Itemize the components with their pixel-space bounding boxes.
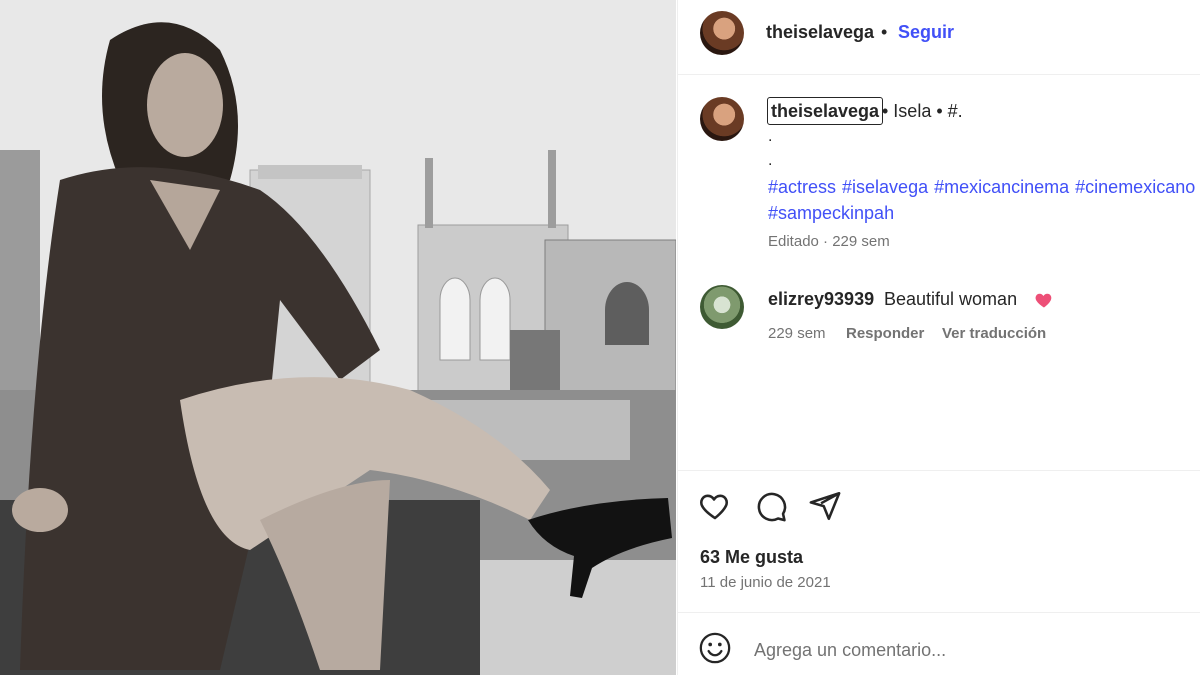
caption-meta: Editado · 229 sem <box>768 233 890 250</box>
caption-username[interactable]: theiselavega <box>767 97 884 125</box>
translate-button[interactable]: Ver traducción <box>942 325 1046 342</box>
comment-age: 229 sem <box>768 325 826 342</box>
likes-count[interactable]: 63 Me gusta <box>700 547 803 568</box>
comment-text: Beautiful woman <box>884 289 1018 309</box>
add-comment-bar <box>678 612 1200 676</box>
hashtag-link[interactable]: #actress <box>768 177 836 197</box>
pink-heart-icon <box>1035 293 1052 308</box>
hashtag-link[interactable]: #mexicancinema <box>934 177 1069 197</box>
comment-avatar[interactable] <box>700 285 744 329</box>
action-bar <box>678 470 1200 522</box>
comment-bubble-icon[interactable] <box>754 489 788 523</box>
follow-button[interactable]: Seguir <box>898 22 954 43</box>
post-date: 11 de junio de 2021 <box>700 574 831 591</box>
header-username[interactable]: theiselavega <box>766 22 874 43</box>
separator-dot: • <box>881 22 888 42</box>
reply-button[interactable]: Responder <box>846 325 924 342</box>
post-header: theiselavega • Seguir <box>678 0 1200 75</box>
hashtag-link[interactable]: #iselavega <box>842 177 928 197</box>
hashtag-list: #actress #iselavega #mexicancinema #cinemex… <box>768 174 1198 226</box>
caption-line-3: . <box>768 152 773 169</box>
post-photo[interactable] <box>0 0 676 675</box>
hashtag-link[interactable]: #cinemexicano <box>1075 177 1195 197</box>
emoji-smile-icon[interactable] <box>698 631 732 665</box>
caption-text: • Isela • #. <box>882 101 963 121</box>
like-heart-icon[interactable] <box>698 489 732 523</box>
caption-avatar[interactable] <box>700 97 744 141</box>
post-side-panel: theiselavega • Seguir theiselavega • Ise… <box>677 0 1200 675</box>
share-paper-plane-icon[interactable] <box>808 489 842 523</box>
photo-illustration <box>0 0 676 675</box>
caption-line-2: . <box>768 128 773 145</box>
hashtag-link[interactable]: #sampeckinpah <box>768 203 894 223</box>
avatar[interactable] <box>700 11 744 55</box>
comment-input[interactable] <box>752 635 1176 665</box>
comment-username[interactable]: elizrey93939 <box>768 289 874 310</box>
